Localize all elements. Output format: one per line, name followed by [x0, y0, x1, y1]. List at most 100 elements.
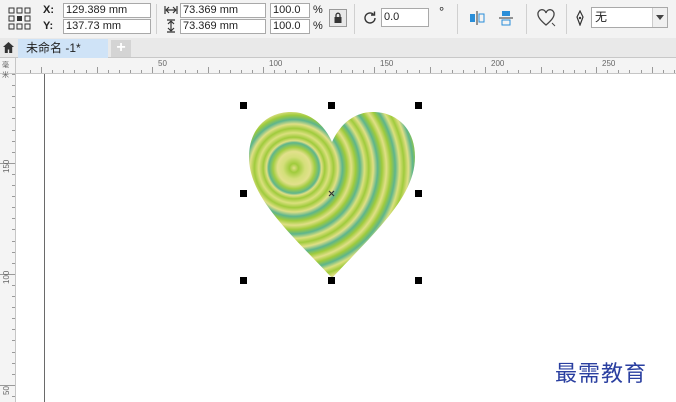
- ruler-tick: [174, 70, 176, 73]
- ruler-tick: [41, 67, 43, 73]
- ruler-tick: [63, 70, 65, 73]
- ruler-tick: [12, 307, 15, 309]
- ruler-tick: [12, 284, 15, 286]
- tab-document[interactable]: 未命名 -1*: [18, 39, 108, 58]
- height-icon: [166, 19, 176, 36]
- ruler-tick: [496, 70, 498, 73]
- width-field[interactable]: 73.369 mm: [180, 3, 266, 18]
- lock-ratio-icon[interactable]: [329, 9, 347, 27]
- heart-shape[interactable]: [249, 112, 415, 278]
- ruler-tick: [185, 70, 187, 73]
- width-icon: [164, 5, 178, 18]
- ruler-tick: [618, 70, 620, 73]
- height-field[interactable]: 73.369 mm: [180, 19, 266, 34]
- separator: [354, 4, 355, 34]
- page-border: [44, 74, 45, 402]
- chevron-down-icon[interactable]: [652, 8, 667, 27]
- handle-bottom-right[interactable]: [415, 277, 422, 284]
- ruler-tick: [252, 70, 253, 73]
- ruler-tick: [12, 229, 15, 231]
- ruler-tick: [12, 318, 15, 320]
- separator: [526, 4, 527, 34]
- ruler-tick: [462, 70, 464, 73]
- handle-bottom-left[interactable]: [240, 277, 247, 284]
- ruler-tick: [596, 67, 598, 73]
- ruler-tick: [651, 67, 653, 73]
- handle-bottom-center[interactable]: [328, 277, 335, 284]
- rotate-icon: [362, 10, 378, 29]
- mirror-horizontal-icon[interactable]: [468, 9, 486, 27]
- ruler-tick: [329, 70, 331, 73]
- ruler-tick: [407, 70, 409, 73]
- ruler-tick: [12, 107, 15, 109]
- handle-top-center[interactable]: [328, 102, 335, 109]
- ruler-tick: [562, 70, 564, 73]
- separator: [457, 4, 458, 34]
- ruler-tick: [474, 70, 475, 73]
- ruler-tick: [129, 70, 131, 73]
- x-position-field[interactable]: 129.389 mm: [63, 3, 151, 18]
- ruler-tick: [12, 151, 15, 153]
- ruler-tick: [163, 70, 165, 73]
- ruler-tick: [12, 395, 15, 397]
- watermark-text: 最需教育: [555, 362, 648, 387]
- scale-x-field[interactable]: 100.0: [270, 3, 310, 18]
- handle-middle-right[interactable]: [415, 190, 422, 197]
- ruler-label: 200: [491, 59, 505, 68]
- ruler-tick: [12, 207, 15, 209]
- handle-middle-left[interactable]: [240, 190, 247, 197]
- add-tab-button[interactable]: +: [111, 40, 131, 57]
- horizontal-ruler[interactable]: 50 100 150 200 250: [15, 58, 676, 74]
- mirror-vertical-icon[interactable]: [497, 9, 515, 27]
- ruler-tick: [429, 67, 431, 73]
- ruler-tick: [485, 67, 487, 73]
- ruler-tick: [340, 70, 342, 73]
- handle-top-right[interactable]: [415, 102, 422, 109]
- ruler-tick: [12, 351, 15, 353]
- y-position-field[interactable]: 137.73 mm: [63, 19, 151, 34]
- ruler-tick: [363, 70, 364, 73]
- ruler-tick: [12, 118, 15, 120]
- ruler-tick: [307, 70, 309, 73]
- ruler-tick: [240, 70, 242, 73]
- rotation-field[interactable]: 0.0: [381, 8, 429, 27]
- ruler-tick: [318, 67, 320, 73]
- ruler-origin[interactable]: 毫米: [0, 58, 16, 79]
- ruler-tick: [218, 70, 220, 73]
- ruler-label: 50: [158, 59, 167, 68]
- ruler-tick: [74, 70, 76, 73]
- ruler-tick: [12, 140, 15, 142]
- ruler-tick: [12, 251, 15, 253]
- ruler-tick: [451, 70, 453, 73]
- ruler-tick: [385, 70, 387, 73]
- home-icon[interactable]: [2, 41, 15, 57]
- ruler-tick: [12, 129, 15, 131]
- ruler-label: 250: [602, 59, 616, 68]
- ruler-tick: [12, 185, 15, 186]
- outline-width-select[interactable]: 无: [591, 7, 668, 28]
- ruler-label: 150: [380, 59, 394, 68]
- ruler-tick: [141, 70, 142, 73]
- ruler-tick: [507, 70, 509, 73]
- ruler-tick: [12, 329, 15, 331]
- ruler-tick: [118, 70, 120, 73]
- ruler-label: 100: [2, 270, 11, 284]
- vertical-ruler[interactable]: 150 100 50: [0, 58, 16, 402]
- ruler-tick: [629, 70, 631, 73]
- separator: [156, 4, 157, 34]
- origin-grid-icon[interactable]: [6, 4, 34, 34]
- ruler-tick: [12, 96, 15, 98]
- ruler-tick: [673, 70, 675, 73]
- property-bar: X: 129.389 mm Y: 137.73 mm 73.369 mm 73.…: [0, 0, 676, 38]
- ruler-tick: [529, 70, 531, 73]
- ruler-tick: [12, 340, 15, 342]
- ruler-tick: [12, 218, 15, 220]
- contour-icon[interactable]: [535, 8, 557, 28]
- ruler-tick: [12, 196, 15, 198]
- scale-y-field[interactable]: 100.0: [270, 19, 310, 34]
- ruler-tick: [12, 296, 15, 297]
- handle-top-left[interactable]: [240, 102, 247, 109]
- ruler-tick: [12, 173, 15, 175]
- ruler-tick: [396, 70, 398, 73]
- ruler-unit-label: 毫米: [2, 62, 9, 79]
